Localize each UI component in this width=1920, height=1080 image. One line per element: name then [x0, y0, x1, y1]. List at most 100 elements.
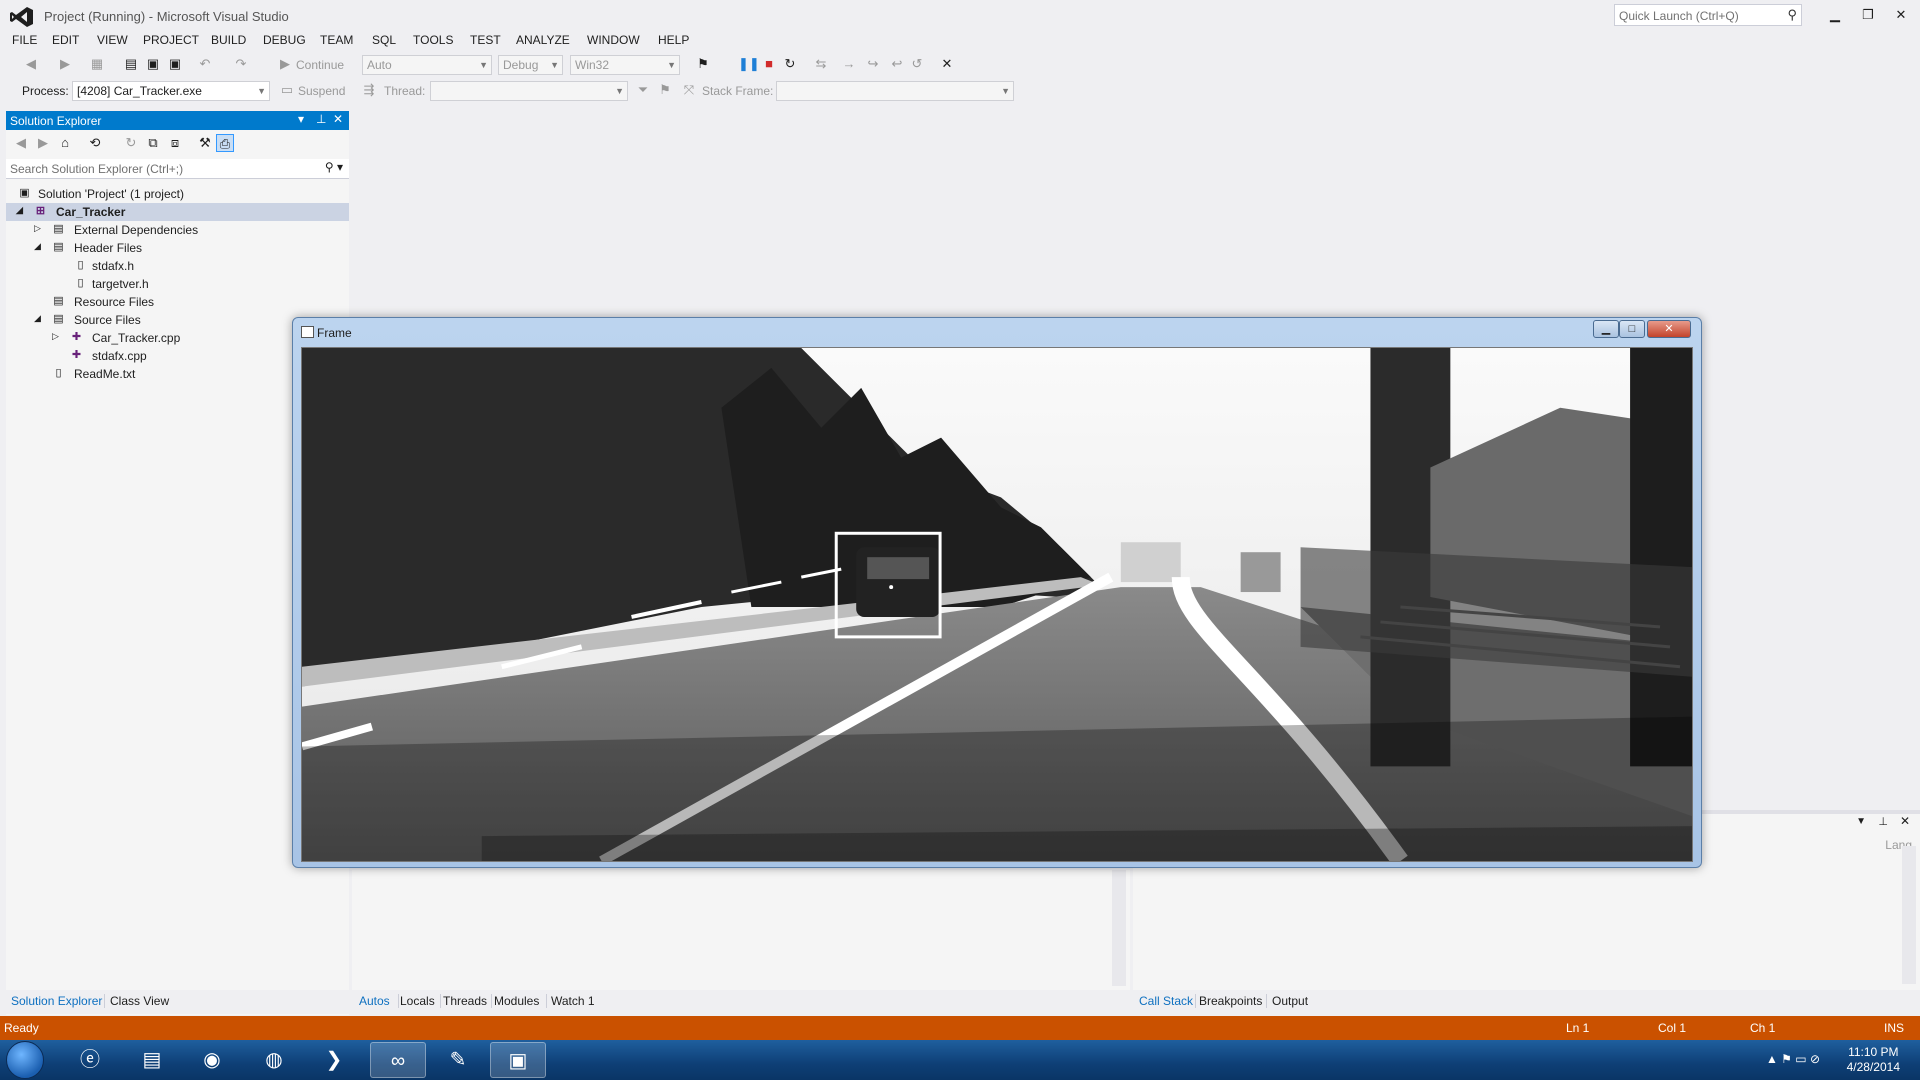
show-all-files-icon[interactable]: ⧈ [166, 134, 184, 152]
taskbar-clock[interactable]: 11:10 PM 4/28/2014 [1847, 1045, 1900, 1075]
sync-icon[interactable]: ⟲ [86, 134, 104, 152]
tree-item-solution[interactable]: ▣ Solution 'Project' (1 project) [6, 185, 349, 203]
expand-icon[interactable]: ▷ [34, 223, 41, 234]
visual-studio-taskbar-icon[interactable]: ∞ [370, 1042, 426, 1078]
tree-item-external-dependencies[interactable]: ▷ ▤ External Dependencies [6, 221, 349, 239]
continue-icon[interactable]: ▶ [276, 55, 294, 73]
solution-explorer-search[interactable]: Search Solution Explorer (Ctrl+;) ⚲ ▾ [6, 159, 349, 179]
step-into-icon[interactable]: → [840, 55, 858, 73]
menu-debug[interactable]: DEBUG [263, 33, 306, 47]
restore-button[interactable]: ❐ [1855, 4, 1881, 26]
menu-file[interactable]: FILE [12, 33, 37, 47]
frame-maximize-button[interactable]: □ [1619, 320, 1645, 338]
open-file-icon[interactable]: ▤ [122, 55, 140, 73]
refresh-icon[interactable]: ↻ [122, 134, 140, 152]
internet-explorer-icon[interactable]: ⓔ [62, 1042, 118, 1078]
tree-item-car-tracker[interactable]: ◢ ⊞ Car_Tracker [6, 203, 349, 221]
menu-analyze[interactable]: ANALYZE [516, 33, 570, 47]
tab-threads[interactable]: Threads [443, 994, 487, 1008]
collapse-icon[interactable]: ◢ [16, 205, 23, 216]
tree-item-stdafx-h[interactable]: ▯ stdafx.h [6, 257, 349, 275]
menu-tools[interactable]: TOOLS [413, 33, 453, 47]
frame-close-button[interactable]: ✕ [1647, 320, 1691, 338]
preview-selected-icon[interactable]: ⎙ [216, 134, 234, 152]
new-project-icon[interactable]: ▦ [88, 55, 106, 73]
build-config-combo[interactable]: Debug ▼ [498, 55, 563, 75]
frame-window[interactable]: Frame ▁ □ ✕ [292, 317, 1702, 868]
tab-modules[interactable]: Modules [494, 994, 539, 1008]
tab-output[interactable]: Output [1272, 994, 1308, 1008]
tree-item-targetver-h[interactable]: ▯ targetver.h [6, 275, 349, 293]
menu-window[interactable]: WINDOW [587, 33, 640, 47]
tab-call-stack[interactable]: Call Stack [1139, 994, 1193, 1008]
stop-debugging-icon[interactable]: ■ [760, 55, 778, 73]
collapse-all-icon[interactable]: ⧉ [144, 134, 162, 152]
undo-icon[interactable]: ↶ [196, 55, 214, 73]
break-all-icon[interactable]: ❚❚ [738, 55, 760, 73]
home-icon[interactable]: ⌂ [56, 134, 74, 152]
step-over-icon[interactable]: ↪ [864, 55, 882, 73]
tab-watch-1[interactable]: Watch 1 [551, 994, 595, 1008]
chrome-icon[interactable]: ◉ [184, 1042, 240, 1078]
start-button[interactable] [6, 1041, 44, 1079]
save-icon[interactable]: ▣ [144, 55, 162, 73]
expand-icon[interactable]: ▷ [52, 331, 59, 342]
tree-item-resource-files[interactable]: ▤ Resource Files [6, 293, 349, 311]
hex-display-icon[interactable]: ✕ [938, 55, 956, 73]
redo-icon[interactable]: ↷ [232, 55, 250, 73]
forward-icon[interactable]: ▶ [56, 55, 74, 73]
frame-minimize-button[interactable]: ▁ [1593, 320, 1619, 338]
flag-icon[interactable]: ⚑ [656, 81, 674, 99]
quick-launch-input[interactable]: Quick Launch (Ctrl+Q) ⚲ [1614, 4, 1802, 26]
tab-autos[interactable]: Autos [359, 994, 390, 1008]
call-stack-scrollbar[interactable] [1902, 846, 1916, 984]
tree-item-header-files[interactable]: ◢ ▤ Header Files [6, 239, 349, 257]
thread-combo[interactable]: ▼ [430, 81, 628, 101]
save-all-icon[interactable]: ▣ [166, 55, 184, 73]
suspend-icon[interactable]: ▭ [278, 81, 296, 99]
tab-class-view[interactable]: Class View [110, 994, 169, 1008]
close-button[interactable]: ✕ [1888, 4, 1914, 26]
show-next-statement-icon[interactable]: ⇆ [812, 55, 830, 73]
menu-edit[interactable]: EDIT [52, 33, 79, 47]
collapse-icon[interactable]: ◢ [34, 241, 41, 252]
stack-frame-combo[interactable]: ▼ [776, 81, 1014, 101]
menu-build[interactable]: BUILD [211, 33, 246, 47]
process-combo[interactable]: [4208] Car_Tracker.exe ▼ [72, 81, 270, 101]
frame-window-taskbar-icon[interactable]: ▣ [490, 1042, 546, 1078]
properties-icon[interactable]: ⚒ [196, 134, 214, 152]
find-icon[interactable]: ⚑ [694, 55, 712, 73]
menu-view[interactable]: VIEW [97, 33, 128, 47]
continue-button[interactable]: Continue [296, 58, 344, 72]
tab-solution-explorer[interactable]: Solution Explorer [11, 994, 102, 1008]
pin-icon[interactable]: ⊥ [316, 112, 326, 126]
forward-icon[interactable]: ▶ [34, 134, 52, 152]
app-icon[interactable]: ◍ [246, 1042, 302, 1078]
system-tray[interactable]: ▲ ⚑ ▭ ⊘ [1766, 1052, 1820, 1066]
suspend-button[interactable]: Suspend [298, 84, 345, 98]
collapse-icon[interactable]: ◢ [34, 313, 41, 324]
file-explorer-icon[interactable]: ▤ [124, 1042, 180, 1078]
menu-project[interactable]: PROJECT [143, 33, 199, 47]
autos-scrollbar[interactable] [1112, 870, 1126, 986]
refresh-icon[interactable]: ↺ [908, 55, 926, 73]
menu-test[interactable]: TEST [470, 33, 501, 47]
dropdown-icon[interactable]: ▼ [1856, 816, 1866, 827]
filter-icon[interactable]: ⏷ [634, 81, 652, 99]
solution-config-combo[interactable]: Auto ▼ [362, 55, 492, 75]
menu-help[interactable]: HELP [658, 33, 689, 47]
powershell-icon[interactable]: ❯ [306, 1042, 362, 1078]
back-icon[interactable]: ◀ [22, 55, 40, 73]
tab-breakpoints[interactable]: Breakpoints [1199, 994, 1262, 1008]
dropdown-icon[interactable]: ▾ [298, 112, 304, 126]
panel-splitter[interactable] [1130, 870, 1132, 990]
back-icon[interactable]: ◀ [12, 134, 30, 152]
pin-icon[interactable]: ⊥ [1878, 815, 1888, 828]
menu-team[interactable]: TEAM [320, 33, 353, 47]
restart-icon[interactable]: ↻ [781, 55, 799, 73]
platform-combo[interactable]: Win32 ▼ [570, 55, 680, 75]
paint-icon[interactable]: ✎ [430, 1042, 486, 1078]
tab-locals[interactable]: Locals [400, 994, 435, 1008]
close-icon[interactable]: ✕ [1900, 814, 1910, 828]
menu-sql[interactable]: SQL [372, 33, 396, 47]
